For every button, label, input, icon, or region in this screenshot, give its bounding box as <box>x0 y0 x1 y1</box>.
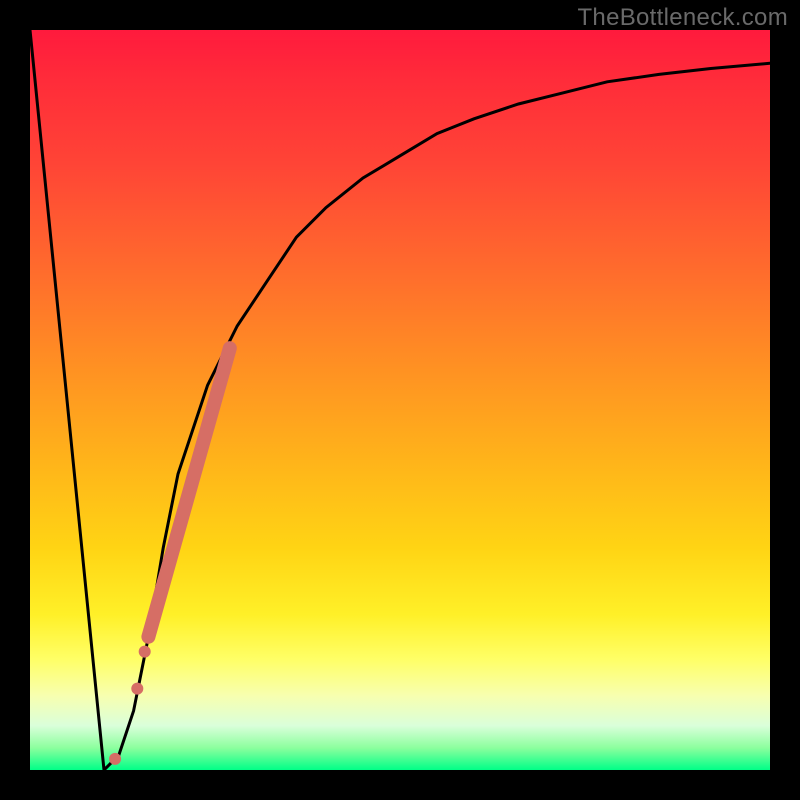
highlight-point <box>139 646 151 658</box>
bottleneck-curve <box>30 30 770 770</box>
watermark-text: TheBottleneck.com <box>577 4 788 32</box>
highlight-segment <box>148 348 229 637</box>
curve-layer <box>30 30 770 770</box>
highlight-point <box>109 753 121 765</box>
plot-area <box>30 30 770 770</box>
highlight-point <box>131 683 143 695</box>
chart-frame: TheBottleneck.com <box>0 0 800 800</box>
